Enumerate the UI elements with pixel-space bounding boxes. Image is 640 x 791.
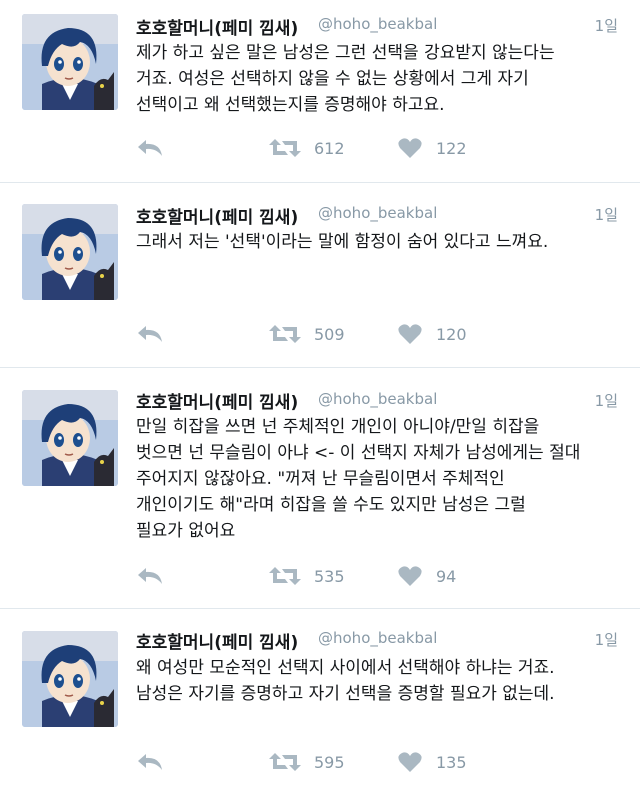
tweet[interactable]: 호호할머니(페미 낌새) @hoho_beakbal 1일 그래서 저는 '선택… (0, 183, 640, 367)
tweet-text-line: 주어지지 않잖아요. "꺼져 난 무슬림이면서 주체적인 (136, 469, 505, 489)
retweet-count: 509 (314, 325, 345, 344)
tweet[interactable]: 호호할머니(페미 낌새) @hoho_beakbal 1일 왜 여성만 모순적인… (0, 609, 640, 791)
tweet-feed: 호호할머니(페미 낌새) @hoho_beakbal 1일 제가 하고 싶은 말… (0, 0, 640, 791)
like-icon[interactable] (398, 565, 422, 591)
tweet-text-line: 개인이기도 해"라며 히잡을 쓸 수도 있지만 남성은 그럴 (136, 495, 526, 515)
retweet-icon[interactable] (268, 751, 302, 777)
like-icon[interactable] (398, 751, 422, 777)
tweet-text-line: 그래서 저는 '선택'이라는 말에 함정이 숨어 있다고 느껴요. (136, 232, 549, 252)
like-count: 122 (436, 139, 467, 158)
tweet-actions: 612 122 (136, 137, 596, 161)
tweet-timestamp[interactable]: 1일 (595, 204, 618, 225)
retweet-count: 595 (314, 753, 345, 772)
reply-icon[interactable] (136, 323, 164, 349)
tweet-timestamp[interactable]: 1일 (595, 390, 618, 411)
tweet-text-line: 거죠. 여성은 선택하지 않을 수 없는 상황에서 그게 자기 (136, 69, 529, 89)
tweet-timestamp[interactable]: 1일 (595, 15, 618, 36)
tweet-text: 왜 여성만 모순적인 선택지 사이에서 선택해야 하냐는 거죠. 남성은 자기를… (136, 655, 626, 707)
user-handle[interactable]: @hoho_beakbal (318, 390, 437, 408)
avatar[interactable] (22, 204, 118, 300)
like-icon[interactable] (398, 137, 422, 163)
tweet-text: 만일 히잡을 쓰면 넌 주체적인 개인이 아니야/만일 히잡을 벗으면 넌 무슬… (136, 414, 626, 544)
tweet[interactable]: 호호할머니(페미 낌새) @hoho_beakbal 1일 만일 히잡을 쓰면 … (0, 368, 640, 608)
anime-avatar-icon (22, 14, 118, 110)
user-handle[interactable]: @hoho_beakbal (318, 204, 437, 222)
display-name[interactable]: 호호할머니(페미 낌새) (136, 388, 298, 413)
tweet-text: 그래서 저는 '선택'이라는 말에 함정이 숨어 있다고 느껴요. (136, 229, 626, 255)
like-count: 135 (436, 753, 467, 772)
tweet-timestamp[interactable]: 1일 (595, 629, 618, 650)
tweet-actions: 535 94 (136, 565, 596, 589)
avatar[interactable] (22, 390, 118, 486)
retweet-icon[interactable] (268, 565, 302, 591)
tweet-text-line: 벗으면 넌 무슬림이 아냐 <- 이 선택지 자체가 남성에게는 절대 (136, 443, 581, 463)
tweet[interactable]: 호호할머니(페미 낌새) @hoho_beakbal 1일 제가 하고 싶은 말… (0, 0, 640, 182)
retweet-icon[interactable] (268, 137, 302, 163)
tweet-text-line: 제가 하고 싶은 말은 남성은 그런 선택을 강요받지 않는다는 (136, 43, 555, 63)
display-name[interactable]: 호호할머니(페미 낌새) (136, 14, 298, 39)
anime-avatar-icon (22, 204, 118, 300)
tweet-text-line: 남성은 자기를 증명하고 자기 선택을 증명할 필요가 없는데. (136, 684, 555, 704)
like-count: 120 (436, 325, 467, 344)
like-icon[interactable] (398, 323, 422, 349)
tweet-actions: 509 120 (136, 323, 596, 347)
like-count: 94 (436, 567, 457, 586)
reply-icon[interactable] (136, 137, 164, 163)
anime-avatar-icon (22, 390, 118, 486)
user-handle[interactable]: @hoho_beakbal (318, 15, 437, 33)
tweet-text-line: 왜 여성만 모순적인 선택지 사이에서 선택해야 하냐는 거죠. (136, 658, 555, 678)
tweet-text-line: 선택이고 왜 선택했는지를 증명해야 하고요. (136, 95, 445, 115)
tweet-actions: 595 135 (136, 751, 596, 775)
tweet-text-line: 필요가 없어요 (136, 521, 236, 541)
tweet-text: 제가 하고 싶은 말은 남성은 그런 선택을 강요받지 않는다는 거죠. 여성은… (136, 40, 626, 118)
reply-icon[interactable] (136, 751, 164, 777)
retweet-icon[interactable] (268, 323, 302, 349)
anime-avatar-icon (22, 631, 118, 727)
retweet-count: 535 (314, 567, 345, 586)
avatar[interactable] (22, 631, 118, 727)
display-name[interactable]: 호호할머니(페미 낌새) (136, 203, 298, 228)
retweet-count: 612 (314, 139, 345, 158)
avatar[interactable] (22, 14, 118, 110)
display-name[interactable]: 호호할머니(페미 낌새) (136, 628, 298, 653)
tweet-text-line: 만일 히잡을 쓰면 넌 주체적인 개인이 아니야/만일 히잡을 (136, 417, 540, 437)
user-handle[interactable]: @hoho_beakbal (318, 629, 437, 647)
reply-icon[interactable] (136, 565, 164, 591)
